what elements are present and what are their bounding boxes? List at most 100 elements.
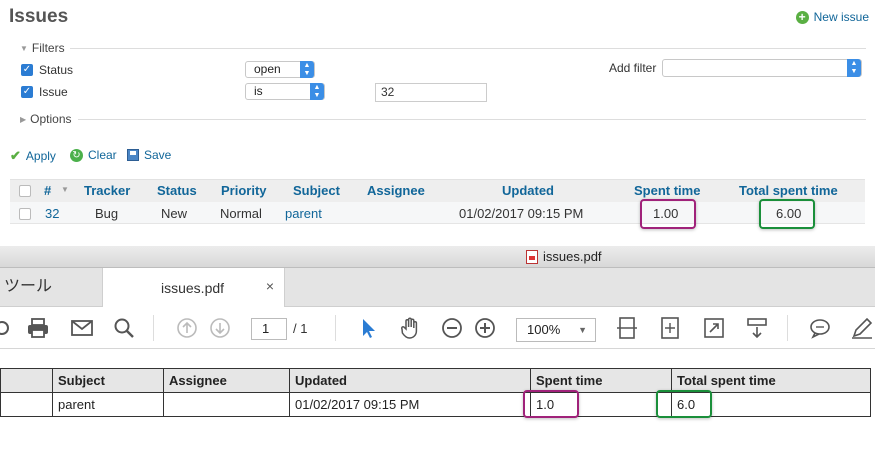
full-screen-icon[interactable] [658, 316, 682, 340]
filters-divider [70, 48, 866, 49]
select-all-checkbox[interactable] [19, 185, 31, 197]
mail-icon[interactable] [70, 316, 94, 340]
column-header-status[interactable]: Status [157, 183, 197, 198]
clear-button[interactable]: ↻ Clear [70, 148, 117, 162]
hand-icon[interactable] [398, 316, 422, 340]
issue-priority: Normal [220, 206, 262, 221]
pdf-cell-hidden [0, 392, 53, 417]
zoom-in-icon[interactable] [473, 316, 497, 340]
scroll-mode-icon[interactable] [745, 316, 769, 340]
pdf-column-header-hidden [0, 368, 53, 393]
new-issue-link[interactable]: + New issue [795, 10, 869, 24]
spent-time-highlight [640, 199, 696, 229]
window-titlebar[interactable] [0, 246, 875, 268]
column-header-tracker[interactable]: Tracker [84, 183, 130, 198]
pdf-column-header-total-spent-time: Total spent time [671, 368, 871, 393]
pdf-cell-updated: 01/02/2017 09:15 PM [289, 392, 531, 417]
apply-button[interactable]: ✔ Apply [10, 148, 56, 164]
pen-icon[interactable] [850, 316, 874, 340]
page-down-icon[interactable] [208, 316, 232, 340]
zoom-out-icon[interactable] [440, 316, 464, 340]
page-total: / 1 [293, 321, 308, 336]
tab-tools[interactable]: ツール [0, 268, 103, 306]
select-arrows-icon: ▲ ▼ [310, 83, 324, 100]
pdf-viewer-window: issues.pdf ツール issues.pdf × 1 / 1 100% ▼… [0, 246, 875, 464]
pdf-table-header-row: Subject Assignee Updated Spent time Tota… [0, 368, 871, 393]
pdf-column-header-subject: Subject [52, 368, 164, 393]
pdf-spent-time-highlight [523, 390, 579, 418]
save-icon[interactable] [0, 316, 14, 340]
toolbar-separator [153, 315, 154, 341]
print-icon[interactable] [26, 316, 50, 340]
options-divider [78, 119, 866, 120]
issue-filter-checkbox[interactable]: ✓ [21, 86, 33, 98]
search-icon[interactable] [112, 316, 136, 340]
pdf-column-header-updated: Updated [289, 368, 531, 393]
status-operator-select[interactable]: open ▲ ▼ [245, 61, 315, 78]
tab-document[interactable]: issues.pdf × [103, 268, 285, 307]
pdf-file-icon [526, 249, 538, 264]
issue-operator-value: is [254, 84, 263, 98]
column-header-total-spent-time[interactable]: Total spent time [739, 183, 838, 198]
issue-operator-select[interactable]: is ▲ ▼ [245, 83, 325, 100]
window-title-text: issues.pdf [543, 249, 602, 264]
comment-icon[interactable] [808, 316, 832, 340]
issue-id-link[interactable]: 32 [45, 206, 59, 221]
issue-subject-link[interactable]: parent [285, 206, 322, 221]
floppy-disk-icon [127, 149, 139, 161]
close-icon[interactable]: × [266, 278, 274, 294]
zoom-value: 100% [527, 322, 561, 337]
zoom-select[interactable]: 100% ▼ [516, 318, 596, 342]
status-filter-checkbox[interactable]: ✓ [21, 64, 33, 76]
reload-icon: ↻ [70, 148, 83, 162]
issue-updated: 01/02/2017 09:15 PM [459, 206, 584, 221]
column-header-id[interactable]: # [44, 183, 51, 198]
column-header-assignee[interactable]: Assignee [367, 183, 425, 198]
chevron-down-icon: ▼ [20, 43, 28, 53]
chevron-right-icon: ▶ [20, 114, 27, 124]
select-arrows-icon: ▲ ▼ [847, 59, 861, 77]
apply-label: Apply [25, 149, 56, 163]
pdf-column-header-assignee: Assignee [163, 368, 290, 393]
check-icon: ✔ [10, 148, 21, 163]
save-label: Save [144, 148, 172, 162]
clear-label: Clear [88, 148, 117, 162]
fit-page-icon[interactable] [615, 316, 639, 340]
page-title: Issues [9, 6, 69, 27]
add-filter-select[interactable]: ▲ ▼ [662, 59, 862, 77]
chevron-down-icon: ▼ [578, 325, 587, 335]
toolbar-separator [787, 315, 788, 341]
column-header-updated[interactable]: Updated [502, 183, 554, 198]
options-toggle[interactable]: ▶ Options [20, 112, 72, 126]
options-legend: Options [30, 112, 72, 126]
issue-tracker: Bug [95, 206, 119, 221]
select-arrows-icon: ▲ ▼ [300, 61, 314, 78]
column-header-priority[interactable]: Priority [221, 183, 267, 198]
expand-icon[interactable] [702, 316, 726, 340]
issue-status: New [161, 206, 188, 221]
filters-toggle[interactable]: ▼ Filters [20, 41, 65, 55]
status-operator-value: open [254, 62, 281, 76]
row-checkbox[interactable] [19, 208, 31, 220]
window-title: issues.pdf [526, 249, 602, 264]
pdf-issues-table: Subject Assignee Updated Spent time Tota… [0, 368, 871, 417]
tab-document-label: issues.pdf [161, 280, 225, 296]
plus-icon: + [795, 10, 809, 24]
pdf-document-area: Subject Assignee Updated Spent time Tota… [0, 350, 875, 464]
issues-panel: Issues + New issue ▼ Filters ✓ Status op… [0, 0, 875, 246]
column-header-subject[interactable]: Subject [293, 183, 340, 198]
cursor-icon[interactable] [356, 316, 380, 340]
table-row[interactable] [10, 202, 865, 224]
pdf-total-spent-time-highlight [656, 390, 712, 418]
issue-value-input[interactable]: 32 [375, 83, 487, 102]
toolbar-separator [335, 315, 336, 341]
column-header-spent-time[interactable]: Spent time [634, 183, 700, 198]
table-row: parent 01/02/2017 09:15 PM 1.0 6.0 [0, 392, 871, 417]
issues-table-header [10, 179, 865, 202]
issue-filter-label: Issue [39, 85, 68, 99]
save-button[interactable]: Save [127, 148, 171, 162]
page-number-input[interactable]: 1 [251, 318, 287, 340]
page-up-icon[interactable] [175, 316, 199, 340]
pdf-cell-assignee [163, 392, 290, 417]
sort-desc-icon: ▼ [61, 185, 69, 194]
